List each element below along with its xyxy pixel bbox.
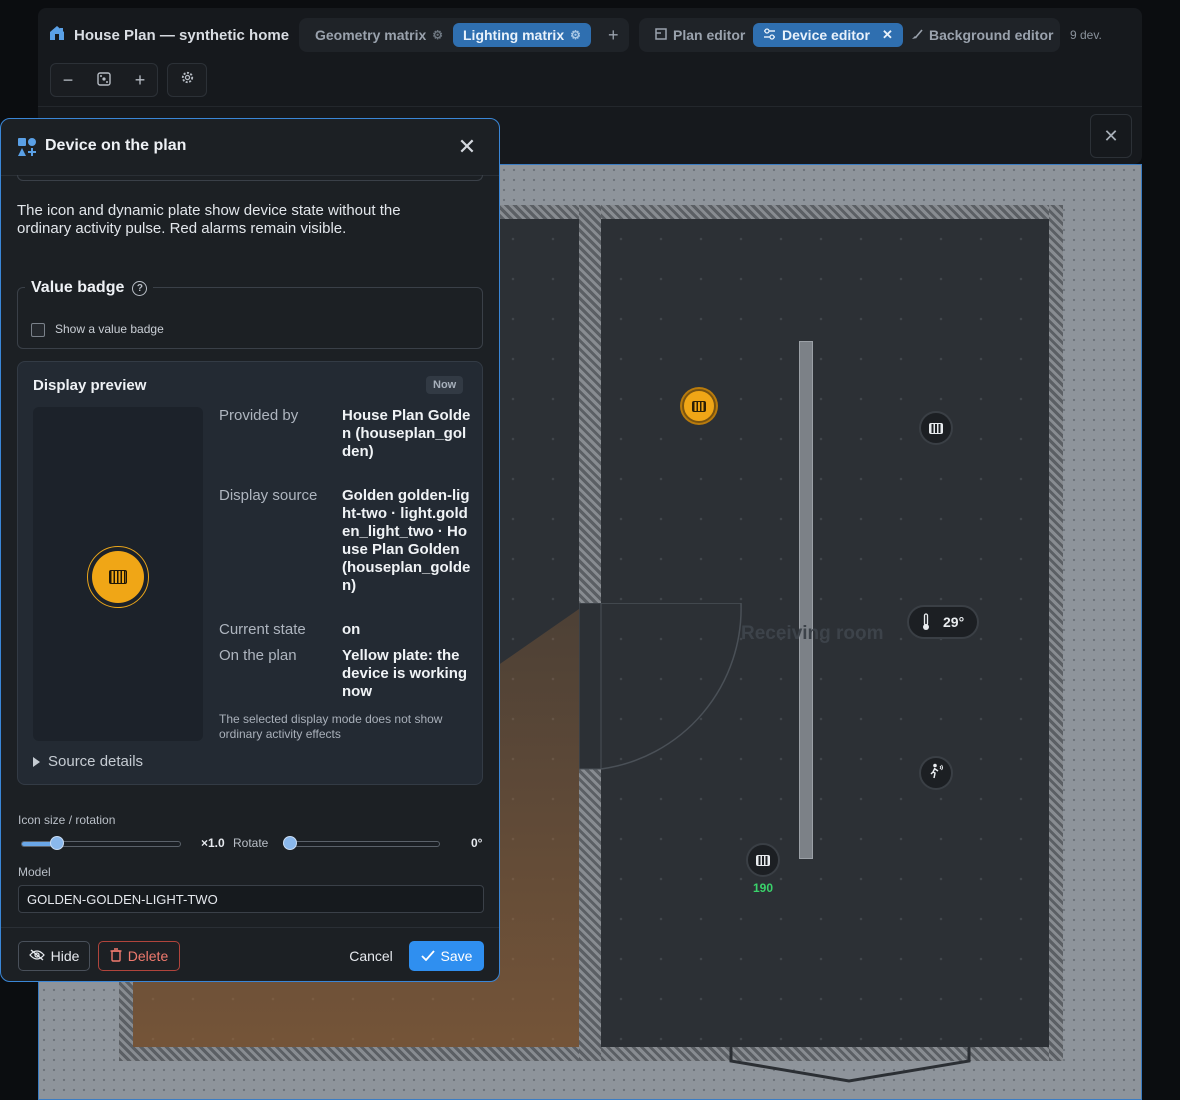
close-plan-button[interactable]: ✕ — [1090, 114, 1132, 158]
device-dialog: Device on the plan ✕ The icon and dynami… — [0, 118, 500, 982]
close-icon: ✕ — [457, 134, 477, 159]
value-badge-legend: Value badge ? — [25, 279, 154, 297]
icon-size-value: ×1.0 — [201, 836, 225, 850]
close-icon: ✕ — [1103, 125, 1119, 146]
device-count: 9 dev. — [1070, 28, 1102, 42]
tab-background-editor[interactable]: Background editor — [900, 23, 1063, 47]
delete-button[interactable]: Delete — [98, 941, 180, 971]
source-details-toggle[interactable]: Source details — [33, 753, 143, 770]
tab-label: Background editor — [929, 27, 1054, 43]
trash-icon — [110, 947, 122, 965]
icon-size-slider[interactable] — [21, 841, 181, 847]
door-swing — [579, 603, 742, 770]
chip-icon — [109, 570, 127, 584]
wall — [579, 205, 601, 605]
fit-view-button[interactable] — [87, 64, 121, 96]
settings-button[interactable] — [167, 63, 207, 97]
help-icon[interactable]: ? — [132, 280, 148, 296]
tab-label: Lighting matrix — [463, 27, 565, 43]
display-source-label: Display source — [219, 487, 318, 504]
device-chip[interactable] — [919, 411, 953, 445]
provided-by-value: House Plan Golden (houseplan_golden) — [342, 407, 471, 460]
gear-icon: ⚙ — [570, 28, 581, 42]
fit-icon — [97, 70, 111, 91]
save-button[interactable]: Save — [409, 941, 484, 971]
rotate-thumb[interactable] — [283, 836, 297, 850]
save-label: Save — [440, 948, 473, 964]
display-preview-title: Display preview — [33, 377, 147, 394]
rotate-label: Rotate — [233, 836, 269, 850]
shapes-icon — [17, 137, 37, 162]
display-source-value: Golden golden-light-two · light.golden_l… — [342, 487, 471, 594]
temperature-value: 29° — [943, 614, 965, 630]
current-state-label: Current state — [219, 621, 306, 638]
zoom-out-button[interactable]: − — [51, 64, 85, 96]
hide-label: Hide — [50, 948, 80, 964]
plan-icon — [655, 27, 667, 43]
current-state-value: on — [342, 621, 361, 638]
show-value-badge-label[interactable]: Show a value badge — [55, 322, 164, 336]
model-input[interactable] — [18, 885, 484, 913]
tab-plan-editor[interactable]: Plan editor — [645, 23, 755, 47]
sliders-icon — [763, 27, 776, 43]
tab-label: Device editor — [782, 27, 870, 43]
chip-icon — [929, 422, 943, 434]
tab-lighting-matrix[interactable]: Lighting matrix ⚙ — [453, 23, 591, 47]
chip-icon — [692, 400, 706, 412]
plan-title-text: House Plan — synthetic home — [74, 26, 290, 44]
dialog-footer-divider — [1, 927, 499, 928]
tab-geometry-matrix[interactable]: Geometry matrix ⚙ — [305, 23, 453, 47]
sensor-value-badge: 190 — [752, 881, 774, 895]
on-the-plan-label: On the plan — [219, 647, 297, 664]
rotate-value: 0° — [471, 836, 483, 850]
gear-icon: ⚙ — [432, 28, 444, 42]
value-badge-title: Value badge — [31, 279, 125, 296]
icon-size-thumb[interactable] — [49, 836, 64, 850]
tab-label: Plan editor — [673, 27, 746, 43]
delete-label: Delete — [127, 948, 169, 964]
dialog-close-button[interactable]: ✕ — [455, 134, 479, 159]
check-icon — [420, 948, 435, 964]
dialog-title: Device on the plan — [45, 137, 187, 154]
close-icon[interactable]: ✕ — [882, 27, 893, 43]
device-motion-sensor[interactable] — [919, 756, 953, 790]
plan-title: House Plan — synthetic home — [48, 24, 289, 46]
thermometer-icon — [917, 613, 935, 631]
eye-off-icon — [28, 948, 45, 964]
source-details-label: Source details — [48, 753, 144, 770]
now-chip: Now — [426, 376, 464, 394]
zoom-in-button[interactable]: + — [123, 64, 157, 96]
scrolled-section-edge — [17, 175, 483, 181]
icon-size-label: Icon size / rotation — [18, 813, 116, 827]
on-the-plan-value: Yellow plate: the device is working now — [342, 647, 468, 700]
house-icon — [48, 24, 66, 46]
hide-button[interactable]: Hide — [18, 941, 90, 971]
rotate-slider[interactable] — [283, 841, 440, 847]
preview-device-icon — [87, 546, 149, 608]
motion-icon — [928, 763, 944, 784]
toolbar-divider — [38, 106, 1142, 107]
device-sensor[interactable] — [746, 843, 780, 877]
tab-device-editor[interactable]: Device editor ✕ — [753, 23, 903, 47]
wall — [1049, 205, 1063, 1061]
device-light-golden-two[interactable] — [682, 389, 716, 423]
triangle-right-icon — [33, 756, 40, 767]
show-value-badge-checkbox[interactable] — [31, 323, 45, 337]
wall — [579, 769, 601, 1061]
tab-label: Geometry matrix — [315, 27, 427, 43]
zoom-controls: − + — [50, 63, 158, 97]
cancel-button[interactable]: Cancel — [341, 941, 401, 971]
device-thermometer[interactable]: 29° — [907, 605, 979, 639]
provided-by-label: Provided by — [219, 407, 299, 424]
gear-icon — [180, 70, 195, 90]
partition-wall — [799, 341, 813, 859]
display-mode-info: The icon and dynamic plate show device s… — [17, 202, 401, 237]
add-tab-button[interactable]: + — [598, 23, 629, 47]
chip-icon — [756, 854, 770, 866]
model-label: Model — [18, 865, 51, 879]
preview-note: The selected display mode does not show … — [219, 712, 443, 741]
brush-icon — [910, 27, 923, 43]
room-label: Receiving room — [741, 623, 884, 644]
bay-window — [729, 1047, 971, 1083]
